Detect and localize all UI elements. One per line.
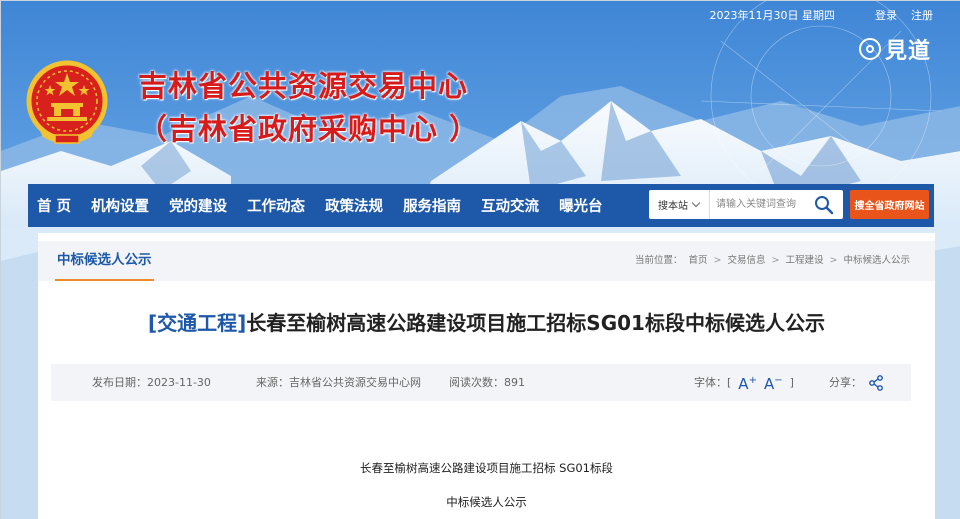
search-scope-select[interactable]: 搜本站 [649,190,710,219]
font-size-label: 字体：[ [694,376,732,389]
breadcrumb-prefix: 当前位置： [635,255,683,266]
chevron-down-icon [691,198,701,208]
nav-item-home[interactable]: 首 页 [28,184,81,227]
nav-item-organization[interactable]: 机构设置 [81,184,159,227]
font-increase-button[interactable]: A+ [738,362,757,403]
publish-date: 发布日期：2023-11-30 [92,376,211,389]
search-input[interactable] [710,191,808,218]
site-title-line1: 吉林省公共资源交易中心 [138,69,469,103]
article-body-line1: 长春至榆树高速公路建设项目施工招标 SG01标段 [360,461,613,475]
breadcrumb-trade-info[interactable]: 交易信息 [728,241,766,281]
article-meta-bar: 发布日期：2023-11-30 来源：吉林省公共资源交易中心网 阅读次数：891… [51,364,911,401]
nav-item-service-guide[interactable]: 服务指南 [393,184,471,227]
search-scope-label: 搜本站 [658,201,688,212]
search-button[interactable] [808,190,840,219]
breadcrumb-separator: > [713,255,722,266]
article-category: [交通工程] [148,311,247,335]
share-control: 分享： [829,364,884,401]
breadcrumb-home[interactable]: 首页 [689,241,708,281]
font-decrease-button[interactable]: A− [764,362,783,403]
breadcrumb-separator: > [771,255,780,266]
nav-item-party-building[interactable]: 党的建设 [159,184,237,227]
article-title: [交通工程]长春至榆树高速公路建设项目施工招标SG01标段中标候选人公示 [38,307,935,336]
content-panel: 中标候选人公示 当前位置： 首页 > 交易信息 > 工程建设 > 中标候选人公示… [38,233,935,519]
nav-item-work-news[interactable]: 工作动态 [237,184,315,227]
article-title-text: 长春至榆树高速公路建设项目施工招标SG01标段中标候选人公示 [246,311,825,335]
nav-item-policies[interactable]: 政策法规 [315,184,393,227]
article-body-line2: 中标候选人公示 [446,495,527,509]
watermark-logo: 見道 [858,33,931,65]
breadcrumb-bar: 中标候选人公示 当前位置： 首页 > 交易信息 > 工程建设 > 中标候选人公示 [38,241,935,281]
search-icon [815,195,834,214]
breadcrumb-current[interactable]: 中标候选人公示 [843,241,910,281]
share-button[interactable] [868,374,884,391]
current-date: 2023年11月30日 星期四 [709,9,836,22]
register-link[interactable]: 注册 [911,7,933,23]
top-utility-bar: 2023年11月30日 星期四 登录 注册 [710,7,934,23]
share-label: 分享： [829,376,862,389]
nav-item-exposure[interactable]: 曝光台 [549,184,613,227]
watermark-circle-icon [858,38,881,60]
section-title: 中标候选人公示 [55,241,154,281]
site-title-line2: （吉林省政府采购中心 ） [138,112,480,146]
nav-item-interaction[interactable]: 互动交流 [471,184,549,227]
view-count: 阅读次数：891 [449,376,525,389]
watermark-text: 見道 [884,38,931,64]
share-icon [869,374,883,391]
font-size-control: 字体：[ A+ A− ] [694,364,794,401]
national-emblem-icon [26,60,108,144]
breadcrumb-separator: > [829,255,838,266]
breadcrumb: 当前位置： 首页 > 交易信息 > 工程建设 > 中标候选人公示 [635,241,910,281]
breadcrumb-engineering[interactable]: 工程建设 [786,241,824,281]
login-link[interactable]: 登录 [875,7,897,23]
font-size-close: ] [789,376,794,389]
site-search: 搜本站 [649,190,843,219]
article-source: 来源：吉林省公共资源交易中心网 [256,376,421,389]
search-all-gov-sites-button[interactable]: 搜全省政府网站 [850,190,929,219]
